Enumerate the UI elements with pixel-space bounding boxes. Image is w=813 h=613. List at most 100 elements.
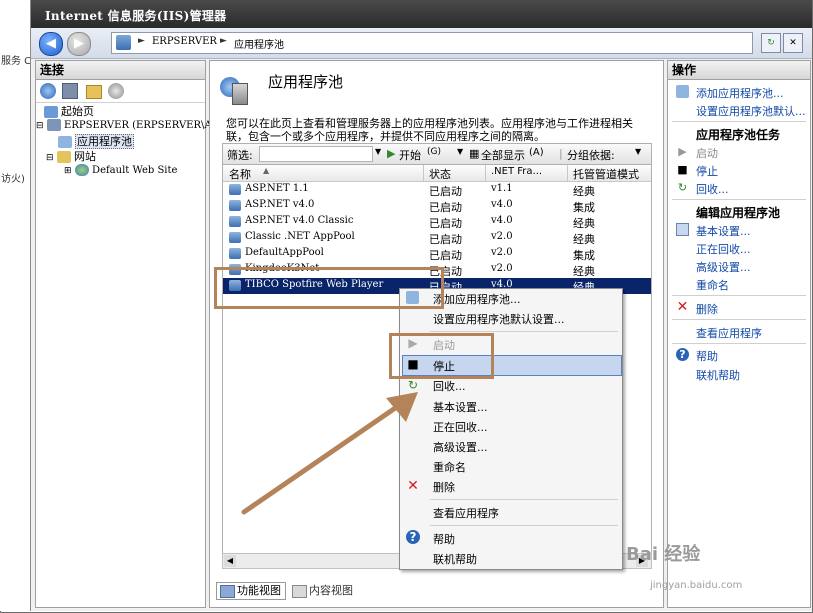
app-pool-icon — [229, 216, 241, 227]
action-help[interactable]: 帮助 — [696, 348, 718, 364]
column-header-net[interactable]: .NET Fra... — [491, 166, 542, 177]
app-pool-icon — [229, 200, 241, 211]
app-pool-icon — [229, 232, 241, 243]
app-pool-icon — [229, 184, 241, 195]
table-row[interactable]: ASP.NET v4.0 已启动 v4.0 集成 — [223, 198, 651, 214]
table-row[interactable]: ASP.NET v4.0 Classic 已启动 v4.0 经典 — [223, 214, 651, 230]
table-row[interactable]: Classic .NET AppPool 已启动 v2.0 经典 — [223, 230, 651, 246]
forward-arrow-icon[interactable]: ▶ — [67, 32, 91, 56]
server-icon — [116, 35, 131, 50]
menu-item-advanced-settings[interactable]: 高级设置... — [433, 439, 488, 455]
features-view-icon — [220, 585, 235, 598]
collapse-icon[interactable]: ⊟ — [46, 153, 54, 163]
scroll-left-icon[interactable]: ◀ — [224, 555, 236, 567]
app-pool-icon — [229, 248, 241, 259]
sort-arrow-icon: ▲ — [263, 166, 270, 175]
add-pool-icon — [676, 85, 689, 98]
start-dropdown-icon[interactable]: ▼ — [457, 147, 463, 156]
menu-item-online-help[interactable]: 联机帮助 — [433, 551, 477, 567]
globe-icon — [75, 164, 90, 176]
column-header-pipeline[interactable]: 托管管道模式 — [573, 166, 639, 182]
menu-item-add-pool[interactable]: 添加应用程序池... — [433, 291, 521, 307]
action-recycle[interactable]: 回收... — [696, 181, 729, 197]
title-bar: Internet 信息服务(IIS)管理器 — [31, 0, 812, 28]
content-view-icon — [292, 585, 307, 598]
column-header-name[interactable]: 名称 — [229, 166, 251, 182]
action-online-help[interactable]: 联机帮助 — [696, 367, 740, 383]
breadcrumb-page[interactable]: 应用程序池 — [234, 36, 284, 51]
column-header-status[interactable]: 状态 — [429, 166, 451, 182]
start-filter-key: (G) — [427, 147, 441, 157]
actions-pane: 操作 添加应用程序池... 设置应用程序池默认... 应用程序池任务 ▶ 启动 … — [667, 60, 811, 608]
list-header: 名称 ▲ 状态 .NET Fra... 托管管道模式 — [223, 165, 651, 182]
breadcrumb-separator-icon: ► — [138, 36, 145, 46]
action-start[interactable]: 启动 — [696, 145, 718, 161]
table-row[interactable]: ASP.NET 1.1 已启动 v1.1 经典 — [223, 182, 651, 198]
tree-node-sites[interactable]: ⊟ 网站 — [46, 148, 96, 164]
group-by-dropdown-icon[interactable]: ▼ — [635, 147, 641, 156]
action-basic-settings[interactable]: 基本设置... — [696, 223, 751, 239]
annotation-highlight-row — [214, 267, 444, 309]
save-icon[interactable] — [62, 83, 78, 99]
pool-tasks-heading: 应用程序池任务 — [696, 128, 781, 142]
tree-node-app-pools[interactable]: 应用程序池 — [58, 133, 134, 149]
tree-node-default-site[interactable]: ⊞ Default Web Site — [64, 163, 177, 176]
table-row[interactable]: DefaultAppPool 已启动 v2.0 集成 — [223, 246, 651, 262]
basic-settings-icon — [676, 223, 689, 236]
tree-node-server[interactable]: ⊟ ERPSERVER (ERPSERVER\Ad — [36, 118, 218, 131]
tab-features-view[interactable]: 功能视图 — [216, 582, 286, 600]
action-delete[interactable]: 删除 — [696, 301, 718, 317]
show-all-button[interactable]: 全部显示 — [481, 147, 525, 163]
action-rename[interactable]: 重命名 — [696, 277, 729, 293]
background-window-strip: 服务 C 访火) — [0, 0, 32, 611]
menu-item-set-defaults[interactable]: 设置应用程序池默认设置... — [433, 311, 565, 327]
action-view-apps[interactable]: 查看应用程序 — [696, 325, 762, 341]
filter-input[interactable] — [259, 146, 373, 162]
menu-item-rename[interactable]: 重命名 — [433, 459, 466, 475]
menu-item-view-apps[interactable]: 查看应用程序 — [433, 505, 499, 521]
connections-header: 连接 — [36, 61, 205, 80]
refresh-icon[interactable]: ↻ — [761, 33, 781, 53]
app-pool-icon — [58, 136, 72, 148]
background-text-1: 服务 C — [1, 56, 32, 67]
annotation-arrow-icon — [241, 392, 418, 515]
start-filter-icon[interactable]: ▶ — [387, 147, 395, 160]
folder-icon — [57, 151, 72, 163]
help-icon: ? — [676, 348, 689, 361]
view-tabs: 功能视图 内容视图 — [210, 580, 663, 602]
globe-connect-icon[interactable] — [40, 83, 56, 99]
window-title: Internet 信息服务(IIS)管理器 — [45, 9, 227, 23]
action-stop[interactable]: 停止 — [696, 163, 718, 179]
connections-pane: 连接 起始页 ⊟ ERPSERVER (ERPSERVER\Ad 应用程序池 ⊟… — [35, 60, 218, 608]
action-advanced-settings[interactable]: 高级设置... — [696, 259, 751, 275]
stop-icon[interactable]: ✕ — [783, 33, 803, 53]
folder-up-icon[interactable] — [86, 85, 102, 99]
menu-item-basic-settings[interactable]: 基本设置... — [433, 399, 488, 415]
back-arrow-icon[interactable]: ◀ — [39, 32, 63, 56]
watermark-logo: Bai 经验 — [626, 544, 701, 565]
expand-icon[interactable]: ⊞ — [64, 166, 72, 176]
breadcrumb-separator-icon: ► — [220, 36, 227, 46]
breadcrumb-server[interactable]: ERPSERVER — [152, 36, 217, 47]
menu-item-recycle[interactable]: 回收... — [433, 378, 466, 394]
start-filter-button[interactable]: 开始 — [399, 147, 421, 163]
action-set-defaults[interactable]: 设置应用程序池默认... — [696, 103, 806, 119]
filter-dropdown-icon[interactable]: ▼ — [375, 147, 381, 156]
show-all-icon: ▦ — [469, 147, 480, 160]
edit-pool-heading: 编辑应用程序池 — [696, 206, 781, 220]
action-recycling[interactable]: 正在回收... — [696, 241, 751, 257]
menu-item-delete[interactable]: 删除 — [433, 479, 455, 495]
action-add-pool[interactable]: 添加应用程序池... — [696, 85, 784, 101]
disconnect-icon[interactable] — [108, 83, 124, 99]
collapse-icon[interactable]: ⊟ — [36, 121, 44, 131]
tab-content-view[interactable]: 内容视图 — [288, 582, 358, 600]
delete-icon: ✕ — [676, 299, 689, 315]
app-pool-large-icon — [220, 71, 248, 105]
group-by-label: 分组依据: — [567, 149, 615, 162]
tree-node-start-page[interactable]: 起始页 — [44, 103, 94, 119]
address-bar[interactable]: ► ERPSERVER ► 应用程序池 — [111, 32, 753, 54]
menu-item-recycling[interactable]: 正在回收... — [433, 419, 488, 435]
toolbar-separator: | — [559, 147, 563, 160]
menu-item-help[interactable]: 帮助 — [433, 531, 455, 547]
actions-header: 操作 — [668, 61, 810, 80]
